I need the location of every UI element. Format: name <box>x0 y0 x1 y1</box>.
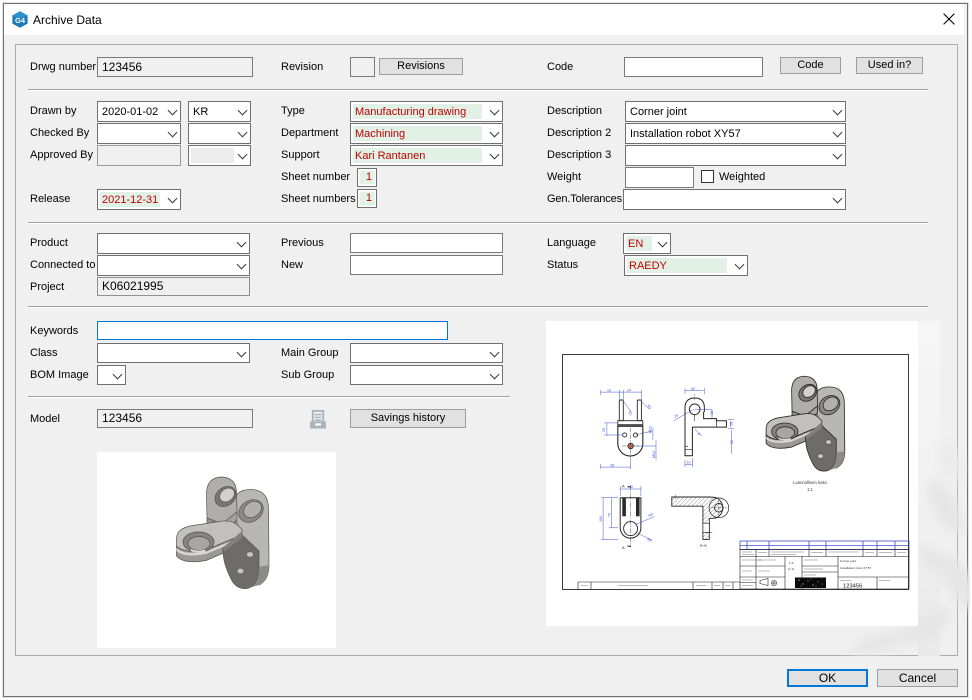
svg-text:M12: M12 <box>652 451 656 458</box>
svg-text:A: A <box>622 545 625 550</box>
svg-text:70: 70 <box>608 513 612 517</box>
svg-text:1:3: 1:3 <box>789 561 794 565</box>
svg-text:100: 100 <box>599 516 603 522</box>
svg-text:18: 18 <box>730 422 734 426</box>
svg-text:(1:1): (1:1) <box>788 567 794 571</box>
svg-text:Luonnollinen koko: Luonnollinen koko <box>793 480 827 485</box>
svg-text:40: 40 <box>691 387 695 391</box>
svg-text:Installation robot XY57: Installation robot XY57 <box>840 566 871 570</box>
svg-text:28: 28 <box>610 463 614 467</box>
svg-text:40: 40 <box>629 485 633 489</box>
svg-text:123456: 123456 <box>843 584 862 590</box>
svg-text:A: A <box>622 484 625 489</box>
svg-text:1:1: 1:1 <box>807 487 813 492</box>
svg-text:Corner joint: Corner joint <box>840 559 856 563</box>
svg-text:52: 52 <box>730 440 734 444</box>
svg-text:25: 25 <box>602 428 606 432</box>
svg-text:M12: M12 <box>649 426 653 433</box>
svg-text:A-A: A-A <box>700 543 707 548</box>
svg-text:24: 24 <box>627 389 631 393</box>
svg-text:15: 15 <box>710 411 714 415</box>
svg-text:G4: G4 <box>15 16 26 25</box>
svg-text:10: 10 <box>687 461 691 465</box>
svg-text:13: 13 <box>607 389 611 393</box>
